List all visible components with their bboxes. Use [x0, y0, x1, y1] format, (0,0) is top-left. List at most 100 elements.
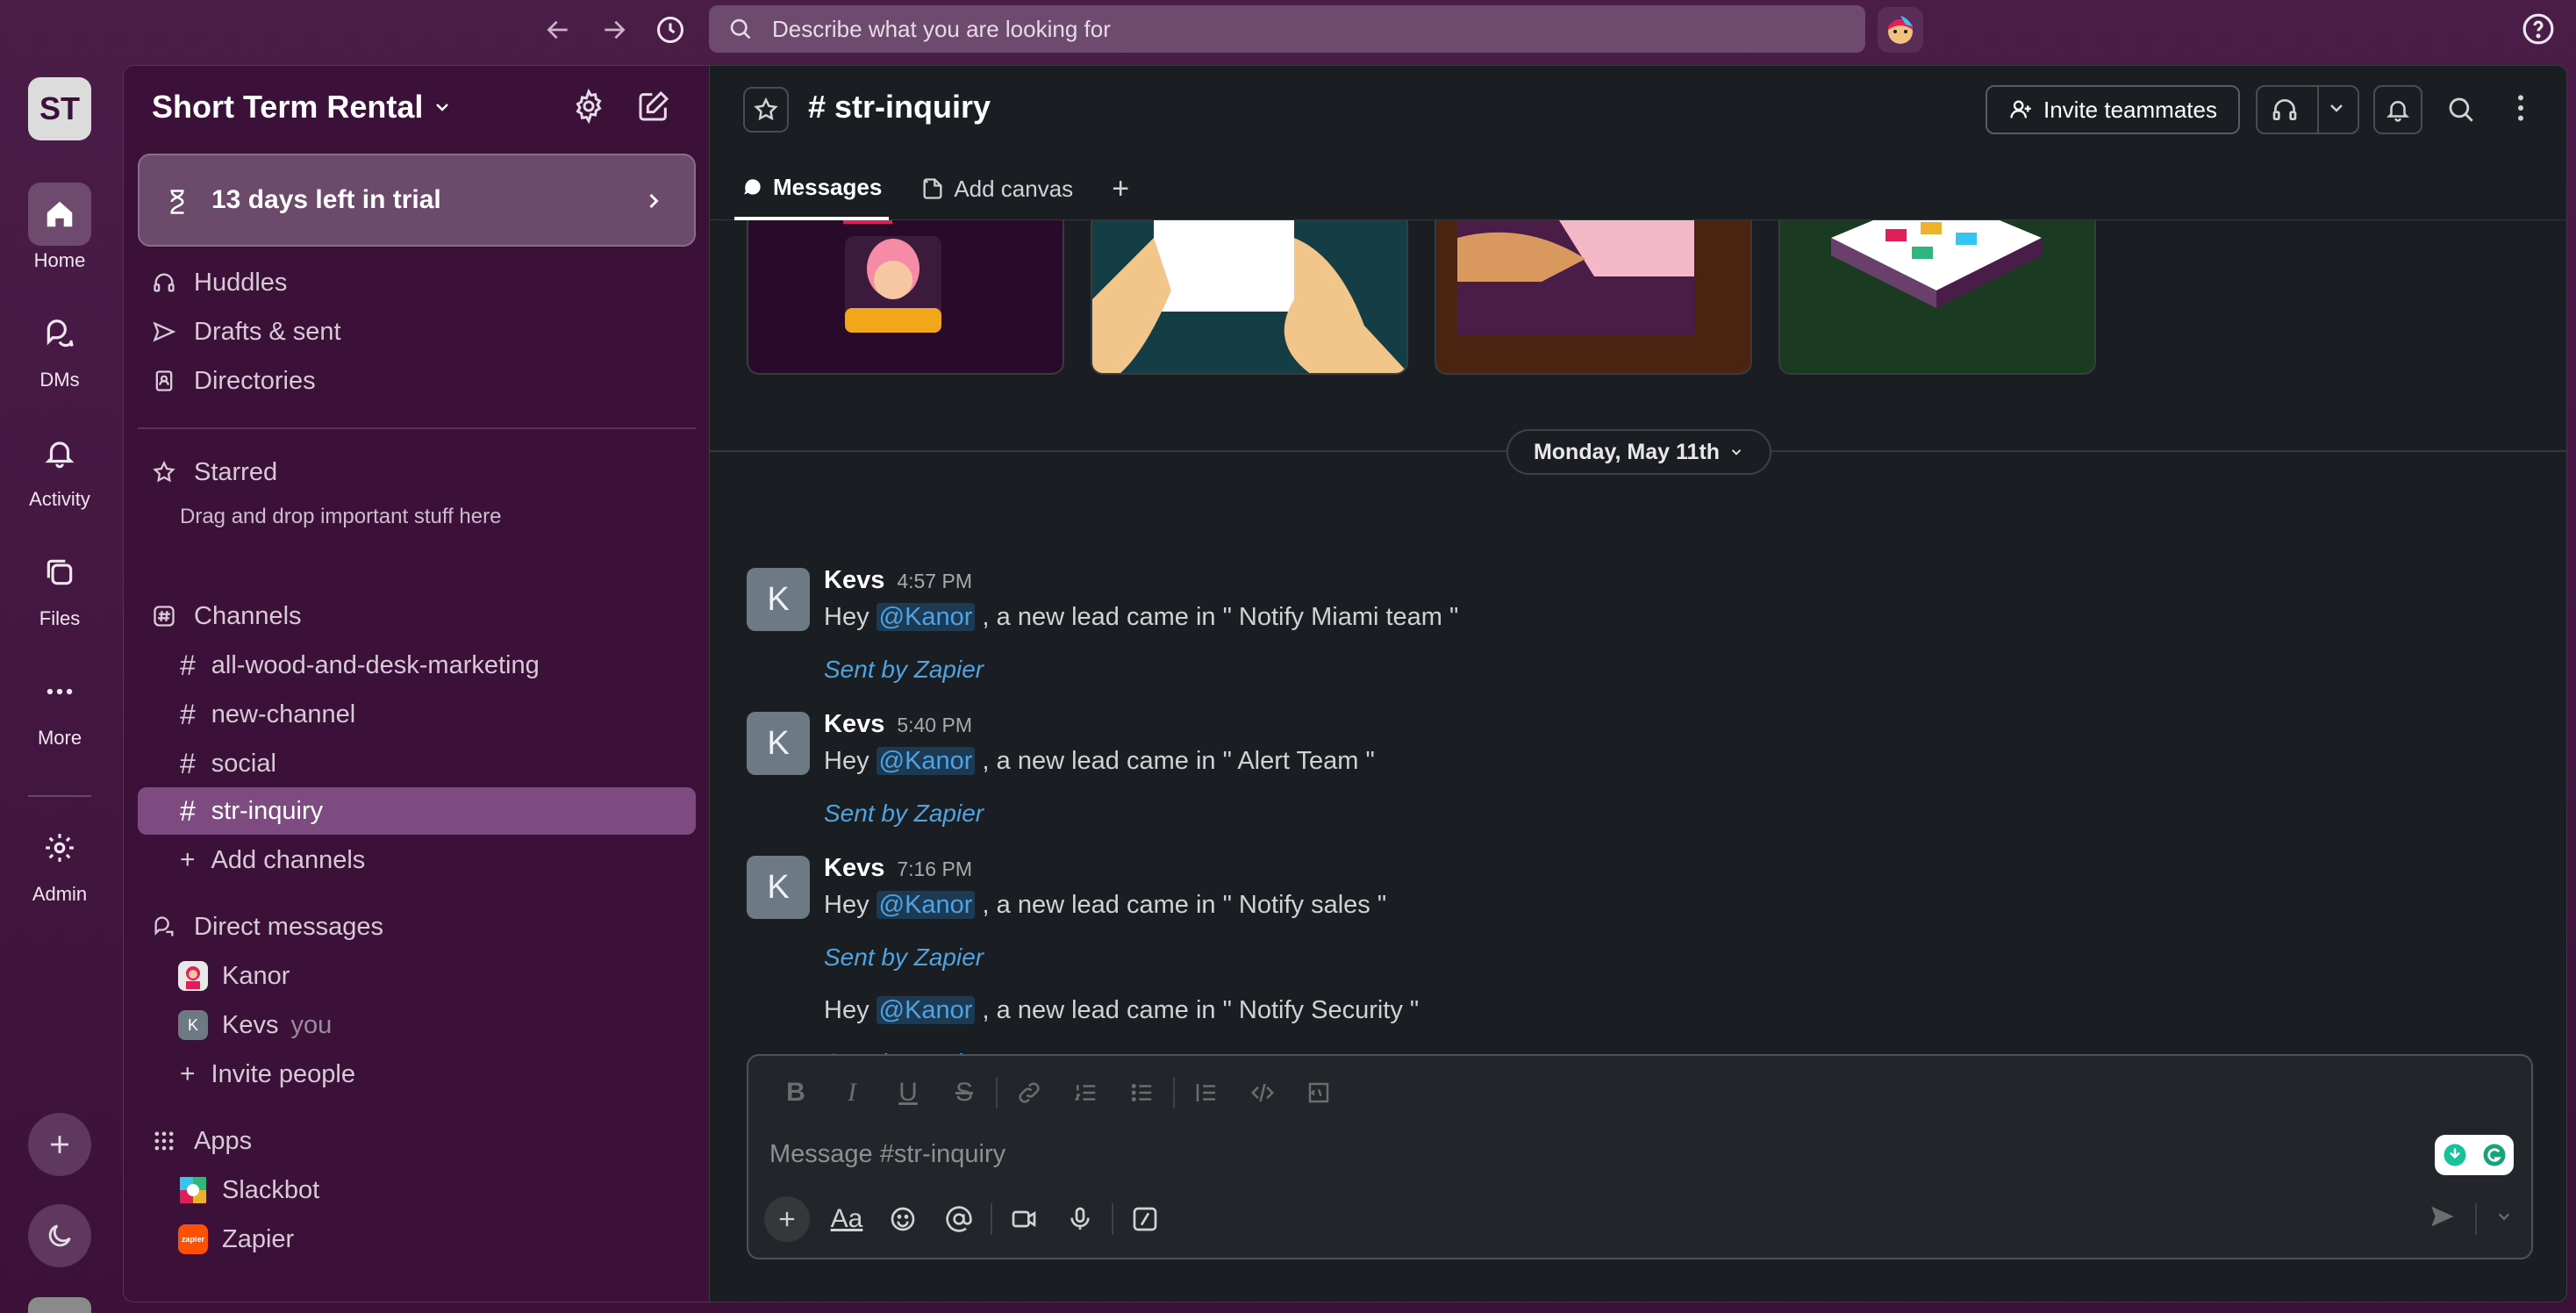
sidebar-item-directories[interactable]: Directories — [152, 359, 316, 403]
date-divider-button[interactable]: Monday, May 11th — [1506, 429, 1771, 475]
sidebar-dm-kanor[interactable]: Kanor — [124, 954, 290, 998]
emoji-icon[interactable] — [875, 1196, 931, 1242]
user-mention[interactable]: @Kanor — [876, 603, 976, 631]
star-channel-button[interactable] — [743, 87, 789, 133]
workspace-name[interactable]: Short Term Rental — [152, 89, 453, 126]
user-mention[interactable]: @Kanor — [876, 996, 976, 1024]
message-timestamp[interactable]: 5:40 PM — [897, 714, 972, 737]
chevron-down-icon[interactable] — [2494, 1207, 2514, 1230]
message-timestamp[interactable]: 7:16 PM — [897, 857, 972, 881]
microphone-icon[interactable] — [1052, 1196, 1108, 1242]
user-avatar[interactable] — [28, 1297, 91, 1313]
create-new-button[interactable] — [28, 1113, 91, 1176]
attach-plus-icon[interactable] — [764, 1196, 810, 1242]
add-channels-button[interactable]: + Add channels — [124, 838, 365, 882]
notification-bell-button[interactable] — [2373, 85, 2422, 134]
message-input[interactable]: Message #str-inquiry — [769, 1140, 1005, 1169]
sidebar-dm-kevs[interactable]: K Kevs you — [124, 1003, 332, 1047]
message-author[interactable]: Kevs — [824, 854, 884, 883]
welcome-card-illustration[interactable] — [1435, 220, 1752, 375]
ordered-list-icon[interactable] — [1057, 1073, 1113, 1112]
bulleted-list-icon[interactable] — [1113, 1073, 1170, 1112]
message-composer[interactable]: B I U S Message #str-inquiry Aa — [747, 1054, 2533, 1259]
search-icon — [728, 17, 753, 47]
sidebar-channel-social[interactable]: # social — [124, 742, 276, 786]
avatar[interactable]: K — [747, 856, 810, 919]
sidebar-channel-new-channel[interactable]: # new-channel — [124, 692, 355, 736]
user-mention[interactable]: @Kanor — [876, 747, 976, 775]
tab-add-canvas[interactable]: Add canvas — [913, 157, 1080, 220]
sidebar-section-apps[interactable]: Apps — [152, 1119, 252, 1163]
sidebar-channel-all-wood-and-desk-marketing[interactable]: # all-wood-and-desk-marketing — [124, 643, 540, 687]
hash-icon: # — [180, 649, 196, 681]
rail-item-admin[interactable]: Admin — [0, 816, 119, 906]
workspace-avatar[interactable]: ST — [28, 77, 91, 140]
zapier-logo-icon: zapier — [178, 1224, 208, 1254]
send-icon[interactable] — [2428, 1202, 2458, 1236]
message-author[interactable]: Kevs — [824, 710, 884, 739]
welcome-card-illustration[interactable] — [1778, 220, 2096, 375]
send-controls — [2428, 1202, 2514, 1236]
add-tab-button[interactable]: + — [1105, 157, 1136, 220]
slash-command-icon[interactable] — [1117, 1196, 1173, 1242]
message-author[interactable]: Kevs — [824, 566, 884, 595]
theme-toggle-button[interactable] — [28, 1204, 91, 1267]
avatar[interactable]: K — [747, 568, 810, 631]
rail-item-more[interactable]: More — [0, 660, 119, 750]
help-icon[interactable] — [2522, 12, 2555, 50]
tab-messages[interactable]: Messages — [734, 157, 890, 220]
history-icon[interactable] — [649, 9, 691, 51]
invite-people-button[interactable]: + Invite people — [124, 1052, 355, 1096]
avatar[interactable]: K — [747, 712, 810, 775]
channel-title[interactable]: # str-inquiry — [808, 89, 991, 126]
sidebar-item-drafts[interactable]: Drafts & sent — [152, 310, 341, 354]
sidebar-section-starred[interactable]: Starred — [152, 450, 277, 494]
code-icon[interactable] — [1234, 1073, 1291, 1112]
sidebar-channel-str-inquiry[interactable]: # str-inquiry — [124, 789, 323, 833]
plus-icon — [51, 1136, 68, 1153]
link-icon[interactable] — [1001, 1073, 1057, 1112]
sidebar-section-channels[interactable]: Channels — [152, 594, 302, 638]
ai-assistant-icon[interactable] — [1878, 7, 1923, 53]
strikethrough-icon[interactable]: S — [936, 1073, 992, 1112]
invite-teammates-button[interactable]: Invite teammates — [1986, 85, 2240, 134]
rail-item-activity[interactable]: Activity — [0, 421, 119, 511]
video-icon[interactable] — [996, 1196, 1052, 1242]
underline-icon[interactable]: U — [880, 1073, 936, 1112]
mention-icon[interactable] — [931, 1196, 987, 1242]
settings-gear-icon[interactable] — [571, 88, 606, 128]
welcome-card-illustration[interactable] — [747, 220, 1064, 375]
chevron-down-icon[interactable] — [2326, 97, 2347, 123]
bold-icon[interactable]: B — [768, 1073, 824, 1112]
rail-item-files[interactable]: Files — [0, 541, 119, 630]
welcome-card-illustration[interactable] — [1091, 220, 1408, 375]
more-vertical-icon[interactable] — [2503, 90, 2538, 130]
italic-icon[interactable]: I — [824, 1073, 880, 1112]
blockquote-icon[interactable] — [1178, 1073, 1234, 1112]
code-block-icon[interactable] — [1291, 1073, 1347, 1112]
search-bar[interactable]: Describe what you are looking for — [709, 5, 1865, 53]
sidebar-app-slackbot[interactable]: Slackbot — [124, 1168, 319, 1212]
rail-item-home[interactable]: Home — [0, 183, 119, 272]
chevron-down-icon — [1731, 449, 1742, 456]
grammarly-icon[interactable] — [2435, 1135, 2514, 1175]
trial-banner[interactable]: 13 days left in trial — [138, 154, 696, 247]
sent-by-link[interactable]: Sent by Zapier — [824, 943, 984, 972]
message-timestamp[interactable]: 4:57 PM — [897, 570, 972, 593]
rail-item-dms[interactable]: DMs — [0, 302, 119, 391]
sent-by-link[interactable]: Sent by Zapier — [824, 656, 984, 684]
compose-icon[interactable] — [636, 89, 671, 128]
text-format-button[interactable]: Aa — [819, 1196, 875, 1242]
user-mention[interactable]: @Kanor — [876, 891, 976, 919]
sidebar-app-zapier[interactable]: zapier Zapier — [124, 1217, 294, 1261]
back-arrow-icon[interactable] — [537, 9, 579, 51]
add-user-icon — [2010, 100, 2031, 118]
huddle-button[interactable] — [2256, 85, 2359, 134]
channel-search-button[interactable] — [2436, 85, 2486, 134]
sent-by-link[interactable]: Sent by Zapier — [824, 800, 984, 828]
message-list[interactable]: Monday, May 11th K Kevs 4:57 PM Hey @Kan… — [710, 220, 2566, 1107]
sidebar-section-direct-messages[interactable]: Direct messages — [152, 905, 383, 949]
forward-arrow-icon[interactable] — [593, 9, 635, 51]
sidebar-item-huddles[interactable]: Huddles — [152, 261, 287, 305]
star-icon — [152, 460, 182, 484]
